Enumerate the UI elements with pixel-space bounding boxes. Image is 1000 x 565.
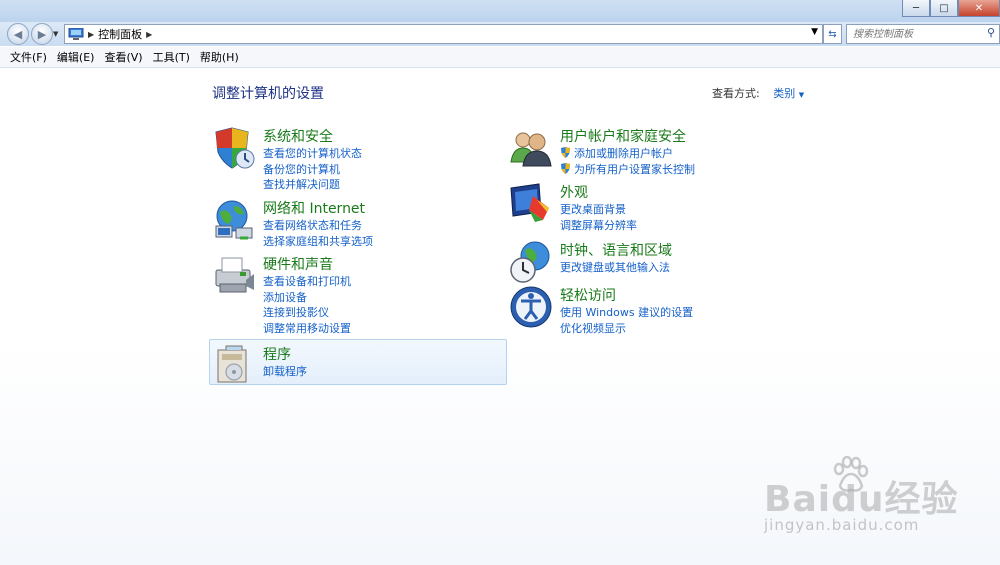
category-user-accounts: 用户帐户和家庭安全 添加或删除用户帐户 为所有用户设置家长控制 bbox=[509, 126, 809, 176]
title-bar: ─ □ ✕ bbox=[0, 0, 1000, 22]
forward-button[interactable]: ▶ bbox=[31, 23, 53, 45]
baidu-paw-logo bbox=[833, 456, 869, 492]
category-title[interactable]: 外观 bbox=[560, 182, 588, 202]
category-ease-of-access: 轻松访问 使用 Windows 建议的设置 优化视频显示 bbox=[509, 285, 809, 335]
uac-shield-icon bbox=[561, 147, 570, 158]
chevron-down-icon: ▼ bbox=[798, 91, 805, 99]
window-controls: ─ □ ✕ bbox=[902, 0, 1000, 18]
printer-icon bbox=[215, 257, 254, 293]
breadcrumb-control-panel[interactable]: 控制面板 bbox=[98, 26, 142, 42]
users-icon bbox=[510, 132, 552, 167]
category-title[interactable]: 时钟、语言和区域 bbox=[560, 240, 672, 260]
arrow-right-icon: ▶ bbox=[37, 27, 47, 41]
link-homegroup-sharing[interactable]: 选择家庭组和共享选项 bbox=[263, 234, 373, 250]
view-by: 查看方式: 类别 ▼ bbox=[712, 85, 804, 101]
menu-file[interactable]: 文件(F) bbox=[10, 49, 47, 65]
link-adjust-resolution[interactable]: 调整屏幕分辨率 bbox=[560, 218, 637, 234]
appearance-icon bbox=[510, 183, 549, 222]
category-title[interactable]: 硬件和声音 bbox=[263, 254, 333, 274]
refresh-button[interactable]: ⇆ bbox=[823, 24, 842, 44]
link-troubleshoot[interactable]: 查找并解决问题 bbox=[263, 177, 362, 193]
minimize-button[interactable]: ─ bbox=[902, 0, 930, 17]
link-devices-printers[interactable]: 查看设备和打印机 bbox=[263, 274, 351, 290]
link-uninstall-program[interactable]: 卸载程序 bbox=[263, 364, 307, 380]
menu-help[interactable]: 帮助(H) bbox=[200, 49, 239, 65]
page-title: 调整计算机的设置 bbox=[212, 86, 324, 102]
category-title[interactable]: 网络和 Internet bbox=[263, 198, 365, 218]
uac-shield-icon bbox=[561, 162, 570, 174]
menu-tools[interactable]: 工具(T) bbox=[153, 49, 190, 65]
recent-pages-dropdown[interactable]: ▼ bbox=[53, 30, 58, 38]
menu-view[interactable]: 查看(V) bbox=[104, 49, 142, 65]
ease-of-access-icon bbox=[510, 286, 552, 328]
link-optimize-visual-display[interactable]: 优化视频显示 bbox=[560, 321, 693, 337]
category-network-internet: 网络和 Internet 查看网络状态和任务 选择家庭组和共享选项 bbox=[212, 198, 512, 248]
link-view-network-status[interactable]: 查看网络状态和任务 bbox=[263, 218, 373, 234]
link-change-input-methods[interactable]: 更改键盘或其他输入法 bbox=[560, 260, 670, 276]
category-programs: 程序 卸载程序 bbox=[212, 344, 512, 384]
link-parental-controls[interactable]: 为所有用户设置家长控制 bbox=[560, 162, 695, 178]
arrow-left-icon: ◀ bbox=[13, 27, 23, 41]
category-clock-language-region: 时钟、语言和区域 更改键盘或其他输入法 bbox=[509, 240, 809, 283]
search-input[interactable] bbox=[851, 26, 980, 42]
link-windows-recommended-settings[interactable]: 使用 Windows 建议的设置 bbox=[560, 305, 693, 321]
link-connect-projector[interactable]: 连接到投影仪 bbox=[263, 305, 351, 321]
category-hardware-sound: 硬件和声音 查看设备和打印机 添加设备 连接到投影仪 调整常用移动设置 bbox=[212, 254, 512, 337]
close-button[interactable]: ✕ bbox=[958, 0, 1000, 17]
breadcrumb-separator-icon[interactable]: ▶ bbox=[146, 30, 152, 39]
back-button[interactable]: ◀ bbox=[7, 23, 29, 45]
link-view-computer-status[interactable]: 查看您的计算机状态 bbox=[263, 146, 362, 162]
category-title[interactable]: 轻松访问 bbox=[560, 285, 616, 305]
category-system-security: 系统和安全 查看您的计算机状态 备份您的计算机 查找并解决问题 bbox=[212, 126, 512, 191]
clock-globe-icon bbox=[510, 241, 550, 283]
search-icon[interactable]: ⚲ bbox=[987, 26, 995, 39]
category-title[interactable]: 程序 bbox=[263, 344, 291, 364]
search-box[interactable]: ⚲ bbox=[846, 24, 1000, 44]
view-by-dropdown[interactable]: 类别 ▼ bbox=[773, 87, 804, 100]
breadcrumb-separator-icon: ▶ bbox=[88, 29, 95, 39]
link-add-device[interactable]: 添加设备 bbox=[263, 290, 351, 306]
programs-icon bbox=[217, 345, 247, 383]
link-change-desktop-background[interactable]: 更改桌面背景 bbox=[560, 202, 637, 218]
category-title[interactable]: 系统和安全 bbox=[263, 126, 333, 146]
control-panel-icon bbox=[68, 28, 84, 40]
menu-edit[interactable]: 编辑(E) bbox=[57, 49, 95, 65]
shield-icon bbox=[215, 127, 255, 169]
menu-bar: 文件(F) 编辑(E) 查看(V) 工具(T) 帮助(H) bbox=[0, 47, 1000, 68]
link-add-remove-accounts[interactable]: 添加或删除用户帐户 bbox=[560, 146, 695, 162]
network-globe-icon bbox=[215, 200, 253, 240]
baidu-watermark: Baidu经验 jingyan.baidu.com bbox=[764, 456, 958, 534]
maximize-button[interactable]: □ bbox=[930, 0, 958, 17]
address-dropdown-icon[interactable]: ▼ bbox=[811, 27, 818, 37]
content-area: 调整计算机的设置 查看方式: 类别 ▼ 系统和安全 查看您的计算机状态 备份您的… bbox=[0, 68, 1000, 565]
navigation-bar: ◀ ▶ ▼ ▶ 控制面板 ▶ ▼ ⇆ ⚲ bbox=[0, 22, 1000, 46]
category-appearance: 外观 更改桌面背景 调整屏幕分辨率 bbox=[509, 182, 809, 232]
address-bar[interactable]: ▶ 控制面板 ▶ ▼ bbox=[64, 24, 823, 44]
category-title[interactable]: 用户帐户和家庭安全 bbox=[560, 126, 686, 146]
view-by-label: 查看方式: bbox=[712, 87, 760, 100]
refresh-icon: ⇆ bbox=[828, 28, 837, 40]
link-mobility-settings[interactable]: 调整常用移动设置 bbox=[263, 321, 351, 337]
link-backup-computer[interactable]: 备份您的计算机 bbox=[263, 162, 362, 178]
